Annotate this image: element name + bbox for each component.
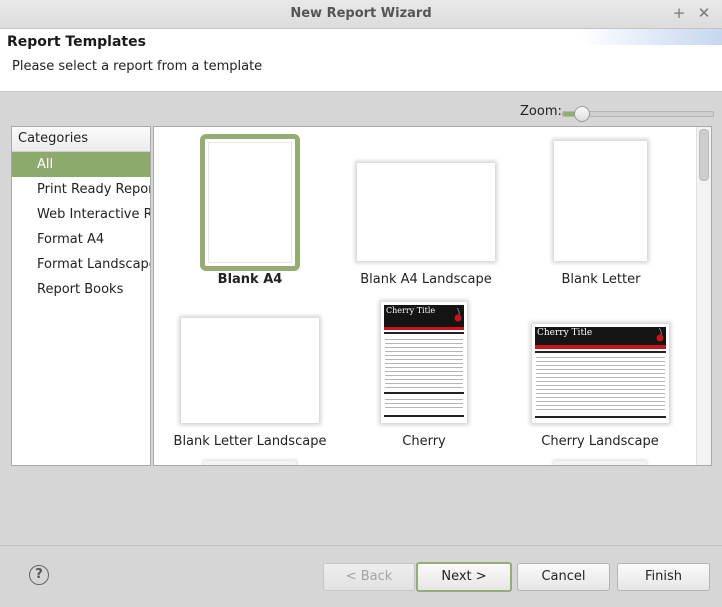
template-thumbnail[interactable]: Cherry Title bbox=[381, 302, 467, 423]
gallery-scrollbar[interactable] bbox=[696, 127, 711, 465]
template-thumbnail[interactable] bbox=[357, 163, 495, 261]
category-item-format-landscape[interactable]: Format Landscape bbox=[12, 252, 150, 277]
finish-button[interactable]: Finish bbox=[617, 563, 710, 591]
category-item-print-ready-reports[interactable]: Print Ready Reports bbox=[12, 177, 150, 202]
template-label: Blank A4 bbox=[217, 272, 283, 287]
template-label: Blank Letter bbox=[561, 272, 641, 287]
category-item-all[interactable]: All bbox=[12, 152, 150, 177]
zoom-label: Zoom: bbox=[520, 104, 562, 119]
template-thumbnail[interactable]: Cherry Title bbox=[532, 324, 669, 423]
help-icon[interactable]: ? bbox=[29, 565, 49, 585]
category-item-web-interactive-reports[interactable]: Web Interactive Rep bbox=[12, 202, 150, 227]
maximize-icon[interactable]: + bbox=[670, 4, 688, 22]
zoom-slider-thumb[interactable] bbox=[574, 106, 590, 122]
footer-separator bbox=[0, 545, 722, 546]
cherry-preview-title: Cherry Title bbox=[386, 306, 436, 315]
zoom-slider[interactable] bbox=[562, 106, 714, 122]
template-thumbnail-partial bbox=[204, 461, 296, 465]
wizard-header: Report Templates Please select a report … bbox=[0, 29, 722, 92]
categories-list: Categories All Print Ready Reports Web I… bbox=[11, 126, 151, 466]
template-thumbnail-partial bbox=[554, 461, 646, 465]
cherry-icon bbox=[454, 307, 462, 322]
cancel-button[interactable]: Cancel bbox=[517, 563, 610, 591]
category-item-format-a4[interactable]: Format A4 bbox=[12, 227, 150, 252]
close-icon[interactable]: ✕ bbox=[695, 4, 713, 22]
template-thumbnail[interactable] bbox=[181, 318, 319, 423]
template-label: Cherry bbox=[402, 434, 446, 449]
template-label: Blank Letter Landscape bbox=[173, 434, 327, 449]
window-title: New Report Wizard bbox=[290, 6, 432, 21]
back-button[interactable]: < Back bbox=[323, 563, 415, 591]
page-title: Report Templates bbox=[7, 34, 146, 50]
page-description: Please select a report from a template bbox=[12, 59, 263, 74]
cherry-preview-title: Cherry Title bbox=[537, 328, 593, 338]
window-titlebar: New Report Wizard + ✕ bbox=[0, 0, 722, 29]
template-gallery: Blank A4 Blank A4 Landscape Blank Letter… bbox=[153, 126, 712, 466]
category-item-report-books[interactable]: Report Books bbox=[12, 277, 150, 302]
gallery-scrollbar-thumb[interactable] bbox=[699, 129, 709, 181]
template-thumbnail[interactable] bbox=[554, 141, 647, 261]
cherry-icon bbox=[656, 327, 664, 342]
template-thumbnail[interactable] bbox=[200, 134, 300, 271]
categories-header: Categories bbox=[12, 127, 150, 152]
template-label: Cherry Landscape bbox=[541, 434, 659, 449]
header-banner-graphic bbox=[580, 29, 722, 45]
template-label: Blank A4 Landscape bbox=[360, 272, 492, 287]
next-button[interactable]: Next > bbox=[416, 562, 512, 592]
